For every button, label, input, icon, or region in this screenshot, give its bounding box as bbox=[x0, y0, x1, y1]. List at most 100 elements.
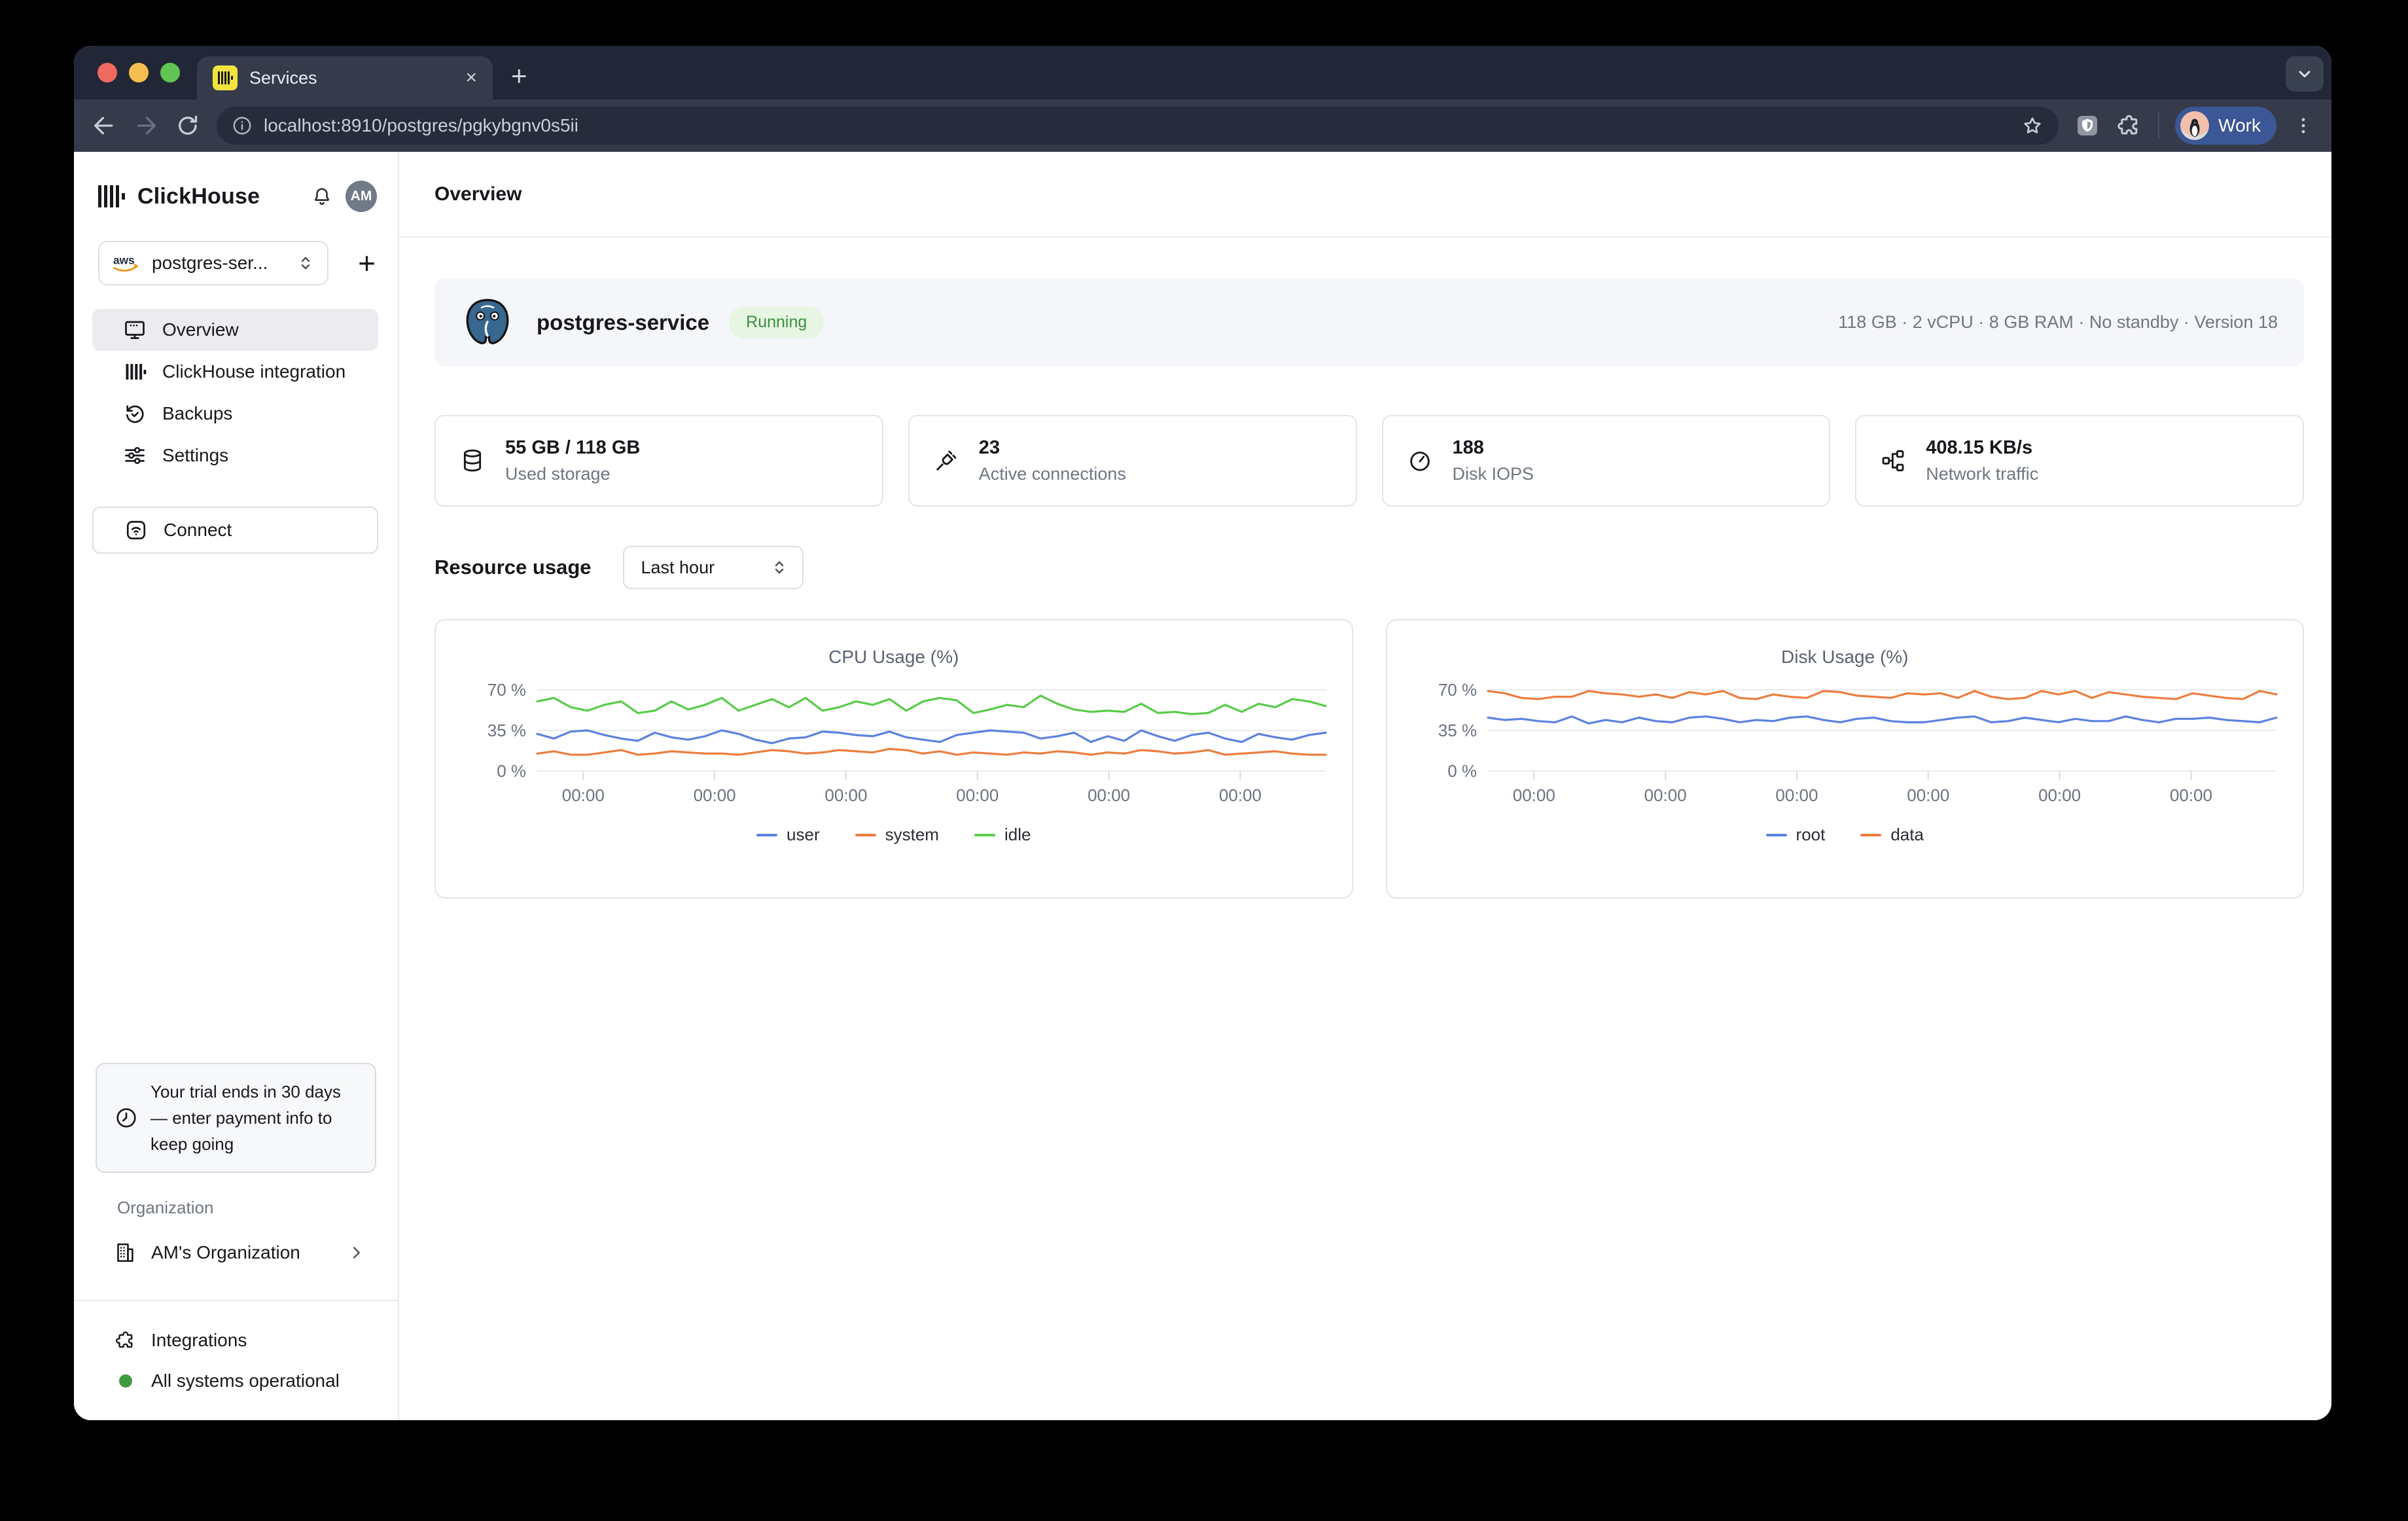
content-area: postgres-service Running 118 GB · 2 vCPU… bbox=[399, 278, 2331, 899]
brand-name: ClickHouse bbox=[137, 184, 260, 209]
axis-tick-label: 00:00 bbox=[562, 785, 605, 805]
minimize-window-button[interactable] bbox=[129, 63, 149, 82]
series-root bbox=[1488, 717, 2276, 724]
reload-icon[interactable] bbox=[175, 113, 201, 139]
sidebar-divider bbox=[74, 1300, 398, 1301]
profile-name: Work bbox=[2218, 115, 2261, 136]
toolbar-separator bbox=[2158, 113, 2159, 139]
integrations-label: Integrations bbox=[151, 1330, 247, 1351]
axis-tick-label: 00:00 bbox=[2170, 785, 2212, 805]
extensions-puzzle-icon[interactable] bbox=[2116, 113, 2142, 139]
organization-section-label: Organization bbox=[117, 1198, 213, 1218]
puzzle-icon bbox=[115, 1329, 137, 1351]
sidebar-item-clickhouse-integration[interactable]: ClickHouse integration bbox=[92, 351, 378, 393]
notifications-bell-icon[interactable] bbox=[310, 185, 334, 208]
trial-notice-text: Your trial ends in 30 days — enter payme… bbox=[150, 1079, 358, 1157]
brand-row: ClickHouse AM bbox=[74, 152, 398, 212]
system-status-link[interactable]: All systems operational bbox=[115, 1365, 340, 1397]
series-system bbox=[537, 749, 1326, 755]
clickhouse-bars-icon bbox=[123, 360, 147, 384]
service-selector-row: aws postgres-ser... + bbox=[98, 241, 376, 285]
connect-button[interactable]: Connect bbox=[92, 507, 378, 554]
sidebar-item-overview[interactable]: Overview bbox=[92, 309, 378, 351]
stat-card-network-traffic: 408.15 KB/s Network traffic bbox=[1855, 415, 2304, 507]
stat-card-active-connections: 23 Active connections bbox=[908, 415, 1357, 507]
legend-item-user[interactable]: user bbox=[756, 825, 820, 845]
sidebar-item-backups[interactable]: Backups bbox=[92, 393, 378, 435]
plug-icon bbox=[933, 448, 959, 474]
axis-tick-label: 00:00 bbox=[1513, 785, 1555, 805]
legend-item-system[interactable]: system bbox=[855, 825, 939, 845]
legend-label: system bbox=[885, 825, 939, 845]
axis-tick-label: 0 % bbox=[497, 761, 526, 781]
tab-services[interactable]: Services × bbox=[197, 56, 493, 99]
stat-card-disk-iops: 188 Disk IOPS bbox=[1382, 415, 1831, 507]
new-tab-button[interactable]: + bbox=[511, 60, 527, 92]
bookmark-star-icon[interactable] bbox=[2021, 114, 2044, 137]
monitor-icon bbox=[123, 318, 147, 342]
axis-tick-label: 00:00 bbox=[2038, 785, 2081, 805]
add-service-button[interactable]: + bbox=[358, 245, 376, 281]
user-avatar[interactable]: AM bbox=[345, 181, 377, 212]
stat-label: Used storage bbox=[505, 464, 640, 484]
chart-canvas: 0 %35 %70 %00:0000:0000:0000:0000:0000:0… bbox=[1406, 671, 2283, 810]
close-window-button[interactable] bbox=[97, 63, 117, 82]
axis-tick-label: 35 % bbox=[487, 721, 525, 740]
zoom-window-button[interactable] bbox=[160, 63, 180, 82]
main-content: Overview postgres-service Running 118 GB… bbox=[399, 152, 2331, 1420]
legend-item-idle[interactable]: idle bbox=[974, 825, 1031, 845]
browser-profile-button[interactable]: Work bbox=[2175, 107, 2276, 145]
chart-legend: user system idle bbox=[756, 825, 1031, 845]
chart-canvas: 0 %35 %70 %00:0000:0000:0000:0000:0000:0… bbox=[455, 671, 1332, 810]
organization-row[interactable]: AM's Organization bbox=[113, 1233, 365, 1272]
browser-toolbar: localhost:8910/postgres/pgkybgnv0s5ii Wo… bbox=[74, 99, 2331, 152]
axis-tick-label: 00:00 bbox=[1088, 785, 1130, 805]
service-specs: 118 GB · 2 vCPU · 8 GB RAM · No standby … bbox=[1838, 312, 2278, 332]
axis-tick-label: 00:00 bbox=[1907, 785, 1950, 805]
url-bar[interactable]: localhost:8910/postgres/pgkybgnv0s5ii bbox=[217, 107, 2059, 145]
legend-color-swatch bbox=[1766, 834, 1787, 836]
app-root: ClickHouse AM aws postgres-ser... bbox=[74, 152, 2331, 1420]
url-text[interactable]: localhost:8910/postgres/pgkybgnv0s5ii bbox=[264, 115, 2010, 136]
browser-menu-icon[interactable] bbox=[2292, 113, 2314, 139]
resource-usage-title: Resource usage bbox=[434, 556, 592, 579]
site-info-icon[interactable] bbox=[231, 115, 253, 137]
organization-name: AM's Organization bbox=[151, 1242, 300, 1263]
stat-value: 408.15 KB/s bbox=[1926, 437, 2038, 459]
sidebar-item-settings[interactable]: Settings bbox=[92, 435, 378, 476]
back-icon[interactable] bbox=[91, 113, 117, 139]
database-icon bbox=[459, 448, 486, 474]
cpu-usage-chart-panel: CPU Usage (%) 0 %35 %70 %00:0000:0000:00… bbox=[434, 619, 1353, 899]
sidebar: ClickHouse AM aws postgres-ser... bbox=[74, 152, 399, 1420]
status-green-dot bbox=[119, 1374, 132, 1387]
legend-color-swatch bbox=[974, 834, 995, 836]
axis-tick-label: 00:00 bbox=[1644, 785, 1687, 805]
network-icon bbox=[1880, 448, 1906, 474]
chart-title: Disk Usage (%) bbox=[1781, 647, 1908, 668]
history-icon bbox=[123, 402, 147, 425]
window-controls bbox=[97, 63, 180, 82]
axis-tick-label: 70 % bbox=[487, 680, 525, 700]
tab-search-chevron-icon[interactable] bbox=[2286, 56, 2324, 92]
profile-avatar bbox=[2180, 111, 2209, 140]
axis-tick-label: 00:00 bbox=[956, 785, 999, 805]
legend-item-root[interactable]: root bbox=[1766, 825, 1826, 845]
stat-value: 188 bbox=[1453, 437, 1534, 459]
sidebar-nav: Overview ClickHouse integration Backups bbox=[92, 309, 378, 476]
legend-color-swatch bbox=[756, 834, 777, 836]
service-selector[interactable]: aws postgres-ser... bbox=[98, 241, 328, 285]
status-badge: Running bbox=[729, 306, 824, 338]
time-range-select[interactable]: Last hour bbox=[623, 546, 804, 589]
stat-card-used-storage: 55 GB / 118 GB Used storage bbox=[434, 415, 883, 507]
stat-value: 55 GB / 118 GB bbox=[505, 437, 640, 459]
axis-tick-label: 00:00 bbox=[824, 785, 867, 805]
aws-logo-icon: aws bbox=[111, 253, 141, 274]
integrations-link[interactable]: Integrations bbox=[115, 1325, 247, 1356]
legend-label: idle bbox=[1004, 825, 1031, 845]
postgresql-logo-icon bbox=[461, 296, 514, 349]
close-tab-icon[interactable]: × bbox=[465, 68, 477, 88]
forward-icon[interactable] bbox=[133, 113, 159, 139]
service-name: postgres-service bbox=[537, 310, 709, 335]
legend-item-data[interactable]: data bbox=[1860, 825, 1924, 845]
adblock-shield-icon[interactable] bbox=[2074, 113, 2100, 139]
